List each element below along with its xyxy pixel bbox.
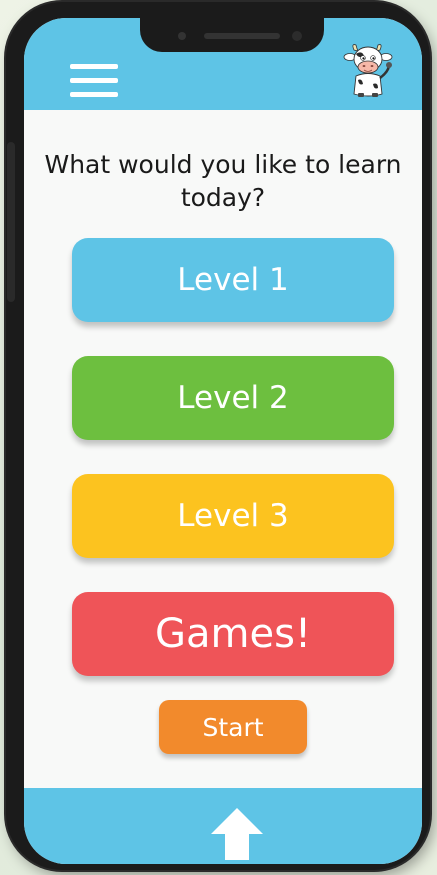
phone-frame: What would you like to learn today? Leve… [6,2,430,870]
level-2-button[interactable]: Level 2 [72,356,394,440]
start-button[interactable]: Start [159,700,307,754]
games-button[interactable]: Games! [72,592,394,676]
cow-mascot-icon[interactable] [342,40,394,98]
app-screen: What would you like to learn today? Leve… [24,18,422,864]
level-3-button[interactable]: Level 3 [72,474,394,558]
level-1-button[interactable]: Level 1 [72,238,394,322]
page-title: What would you like to learn today? [44,150,402,212]
hamburger-menu-icon[interactable] [70,64,118,100]
up-arrow-icon[interactable] [209,806,265,862]
phone-notch [140,18,324,52]
bottom-bar [24,788,422,864]
phone-side-button [7,142,15,302]
